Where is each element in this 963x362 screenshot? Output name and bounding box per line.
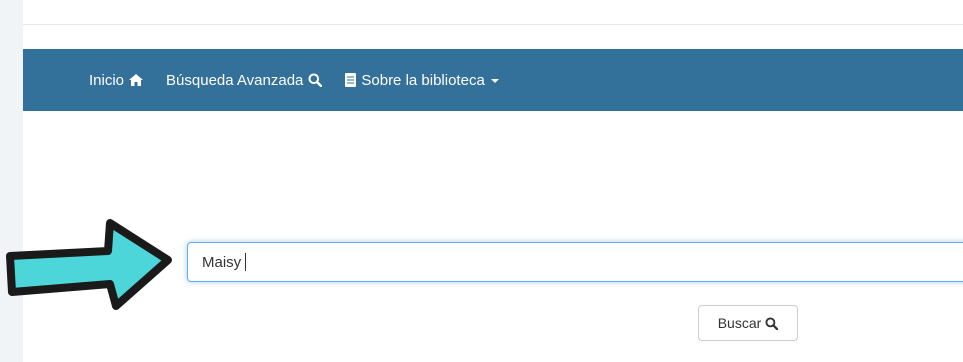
text-cursor [245, 253, 247, 271]
nav-advanced-search-label: Búsqueda Avanzada [166, 71, 304, 89]
search-input[interactable]: Maisy [187, 242, 963, 282]
nav-about-label: Sobre la biblioteca [361, 71, 485, 89]
pointer-arrow-icon [0, 218, 175, 318]
search-button[interactable]: Buscar [698, 305, 798, 341]
nav-home-link[interactable]: Inicio [89, 71, 144, 89]
home-icon [129, 74, 144, 86]
chevron-down-icon [490, 79, 499, 83]
search-input-value: Maisy [202, 253, 242, 271]
nav-advanced-search-link[interactable]: Búsqueda Avanzada [166, 71, 323, 89]
nav-about-dropdown[interactable]: Sobre la biblioteca [345, 71, 499, 89]
book-icon [345, 73, 357, 87]
header-divider [23, 24, 963, 25]
nav-home-label: Inicio [89, 71, 125, 89]
main-navbar: Inicio Búsqueda Avanzada Sobre la biblio… [23, 49, 963, 111]
search-icon [765, 316, 779, 330]
search-icon [308, 73, 323, 87]
search-button-label: Buscar [717, 315, 762, 331]
